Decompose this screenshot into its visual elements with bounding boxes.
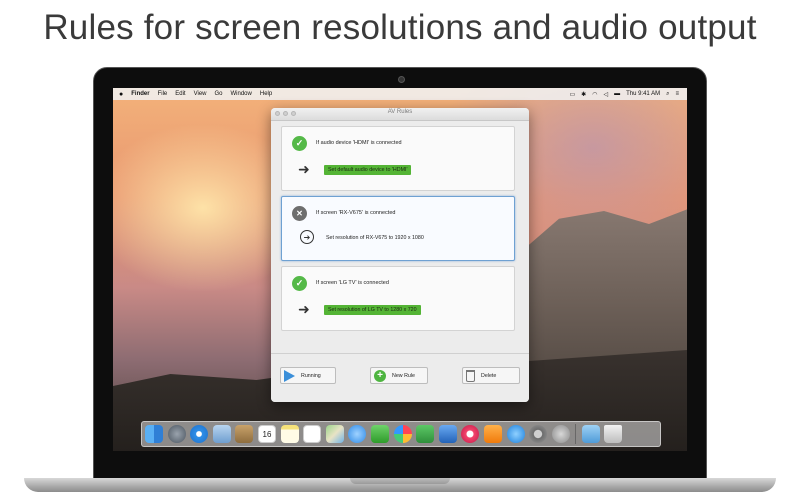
mail-icon[interactable] (212, 425, 231, 443)
arrow-right-icon: ➜ (298, 161, 310, 177)
play-icon (284, 369, 295, 382)
notes-icon[interactable] (280, 425, 299, 443)
menu-go[interactable]: Go (215, 91, 223, 97)
keynote-icon[interactable] (438, 425, 457, 443)
delete-button[interactable]: Delete (462, 367, 520, 384)
menu-app-finder[interactable]: Finder (131, 91, 149, 97)
rule-action: Set resolution of RX-V675 to 1920 x 1080 (326, 235, 424, 241)
photos-icon[interactable] (393, 425, 412, 443)
rule-condition: If audio device 'HDMI' is connected (316, 140, 402, 146)
menu-view[interactable]: View (194, 91, 207, 97)
itunes-icon[interactable] (461, 425, 480, 443)
window-titlebar[interactable]: AV Rules (271, 108, 529, 121)
running-label: Running (301, 372, 321, 379)
camera-icon (398, 76, 405, 83)
rule-card-lg-tv[interactable]: ✓ If screen 'LG TV' is connected ➜ Set r… (281, 266, 515, 331)
arrow-circle-icon: ➔ (300, 230, 314, 244)
dock: 16 (141, 421, 661, 447)
finder-icon[interactable] (145, 425, 163, 443)
new-rule-label: New Rule (392, 372, 415, 379)
rule-card-hdmi[interactable]: ✓ If audio device 'HDMI' is connected ➜ … (281, 126, 515, 191)
wifi-icon[interactable]: ◠ (592, 91, 597, 98)
menu-clock[interactable]: Thu 9:41 AM (626, 91, 660, 97)
menu-window[interactable]: Window (231, 91, 252, 97)
ibooks-icon[interactable] (483, 425, 502, 443)
check-icon[interactable]: ✓ (292, 136, 307, 151)
facetime-icon[interactable] (370, 425, 389, 443)
av-rules-icon[interactable] (551, 425, 570, 443)
desktop-screen: ● Finder File Edit View Go Window Help ▭… (113, 88, 687, 451)
menu-extras: ▭ ✱ ◠ ◁ ▬ Thu 9:41 AM ⌕ ≡ (570, 91, 680, 98)
arrow-right-icon: ➜ (298, 301, 310, 317)
rule-condition: If screen 'LG TV' is connected (316, 280, 389, 286)
battery-icon[interactable]: ▬ (614, 91, 620, 97)
new-rule-button[interactable]: + New Rule (370, 367, 428, 384)
volume-icon[interactable]: ◁ (603, 91, 608, 98)
window-title: AV Rules (387, 109, 413, 115)
calendar-icon[interactable]: 16 (257, 425, 276, 443)
av-rules-window: AV Rules ✓ If audio device 'HDMI' is con… (271, 108, 529, 402)
apple-menu-icon[interactable]: ● (119, 91, 123, 98)
messages-icon[interactable] (348, 425, 367, 443)
dock-separator (575, 424, 577, 444)
delete-label: Delete (481, 372, 497, 379)
plus-icon: + (374, 369, 386, 382)
system-preferences-icon[interactable] (529, 425, 548, 443)
numbers-icon[interactable] (416, 425, 435, 443)
trash-icon[interactable] (604, 425, 623, 443)
safari-icon[interactable] (190, 425, 209, 443)
rule-action: Set default audio device to 'HDMI' (324, 165, 412, 175)
app-store-icon[interactable] (506, 425, 525, 443)
reminders-icon[interactable] (303, 425, 322, 443)
bluetooth-icon[interactable]: ✱ (581, 91, 586, 98)
spotlight-search-icon[interactable]: ⌕ (666, 91, 669, 98)
rules-list: ✓ If audio device 'HDMI' is connected ➜ … (275, 126, 525, 336)
menu-bar: ● Finder File Edit View Go Window Help ▭… (113, 88, 687, 100)
disabled-x-icon[interactable]: ✕ (292, 206, 307, 221)
trash-icon (466, 369, 475, 382)
rule-action: Set resolution of LG TV to 1280 x 720 (324, 305, 421, 315)
contacts-icon[interactable] (235, 425, 254, 443)
rule-condition: If screen 'RX-V675' is connected (316, 210, 396, 216)
monitor-icon[interactable]: ▭ (570, 91, 576, 98)
rule-card-rx-v675[interactable]: ✕ If screen 'RX-V675' is connected ➔ Set… (281, 196, 515, 261)
notification-center-icon[interactable]: ≡ (675, 91, 679, 97)
launchpad-icon[interactable] (167, 425, 186, 443)
check-icon[interactable]: ✓ (292, 276, 307, 291)
downloads-folder-icon[interactable] (581, 425, 600, 443)
running-button[interactable]: Running (280, 367, 336, 384)
window-toolbar: Running + New Rule Delete (271, 353, 529, 402)
page-headline: Rules for screen resolutions and audio o… (43, 8, 757, 47)
laptop-notch (350, 478, 450, 484)
menu-file[interactable]: File (158, 91, 168, 97)
menu-edit[interactable]: Edit (175, 91, 185, 97)
maps-icon[interactable] (325, 425, 344, 443)
menu-help[interactable]: Help (260, 91, 272, 97)
